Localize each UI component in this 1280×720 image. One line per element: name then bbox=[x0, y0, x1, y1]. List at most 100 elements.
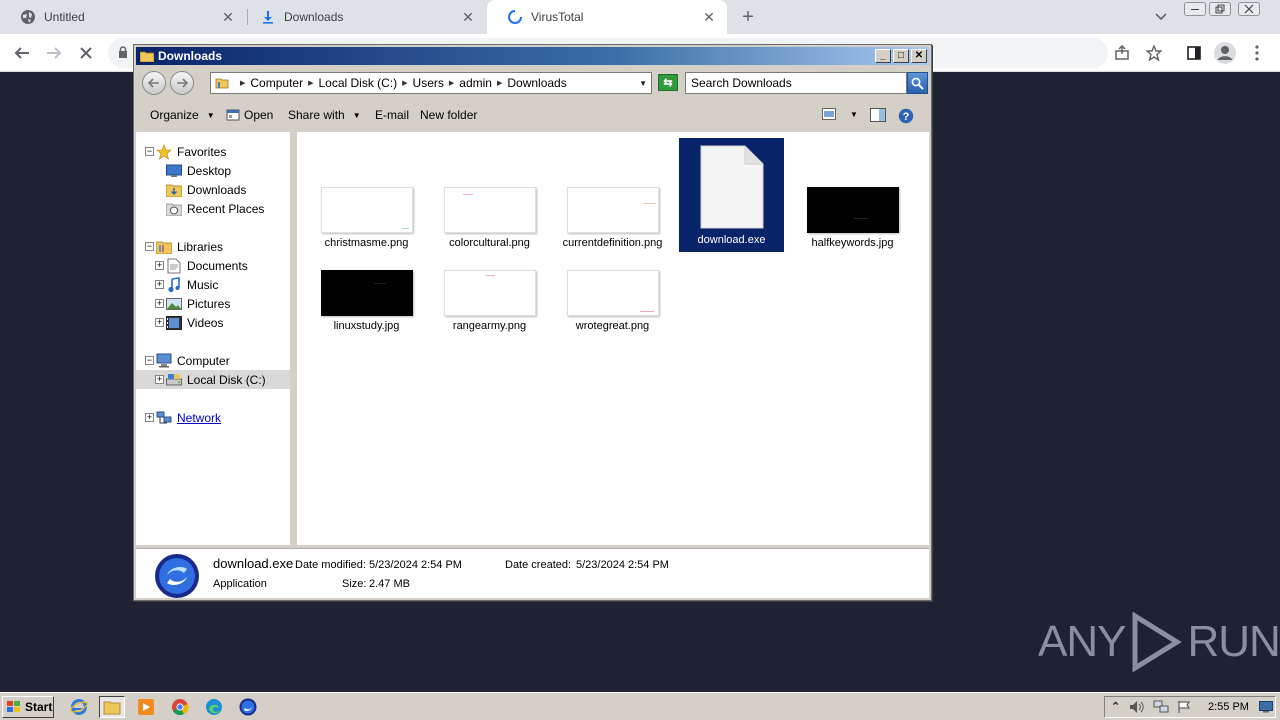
new-folder-label: New folder bbox=[420, 108, 478, 122]
minimize-icon[interactable] bbox=[1184, 2, 1206, 16]
collapse-icon[interactable]: − bbox=[145, 242, 154, 251]
new-tab-button[interactable]: + bbox=[736, 5, 760, 29]
notification-icon[interactable] bbox=[1259, 701, 1273, 716]
star-bookmark-icon[interactable] bbox=[1142, 41, 1166, 65]
app-running-icon[interactable] bbox=[235, 696, 261, 718]
preview-pane-button[interactable] bbox=[870, 108, 886, 122]
file-item[interactable]: linuxstudy.jpg bbox=[314, 270, 419, 333]
nav-recent-places[interactable]: Recent Places bbox=[166, 199, 264, 218]
pictures-icon bbox=[166, 296, 182, 312]
collapse-icon[interactable]: − bbox=[145, 147, 154, 156]
help-button[interactable]: ? bbox=[898, 108, 914, 124]
nav-label: Network bbox=[177, 410, 222, 425]
nav-desktop[interactable]: Desktop bbox=[166, 161, 231, 180]
breadcrumb-admin[interactable]: admin bbox=[459, 76, 492, 90]
nav-favorites[interactable]: Favorites bbox=[156, 142, 226, 161]
flag-icon[interactable] bbox=[1177, 700, 1191, 717]
media-player-icon[interactable] bbox=[133, 696, 159, 718]
expand-icon[interactable]: + bbox=[155, 261, 164, 270]
windows-logo-icon bbox=[6, 700, 22, 714]
show-hidden-icons-icon[interactable]: ⌃ bbox=[1111, 700, 1120, 713]
breadcrumb-arrow-icon[interactable]: ▶ bbox=[308, 79, 313, 87]
file-name: wrotegreat.png bbox=[575, 320, 650, 332]
tab-untitled[interactable]: Untitled ✕ bbox=[0, 0, 246, 34]
expand-icon[interactable]: + bbox=[155, 318, 164, 327]
back-button[interactable] bbox=[142, 71, 166, 95]
nav-computer[interactable]: Computer bbox=[156, 351, 230, 370]
nav-pictures[interactable]: Pictures bbox=[166, 294, 230, 313]
search-icon[interactable] bbox=[907, 72, 928, 94]
clock[interactable]: 2:55 PM bbox=[1208, 701, 1249, 713]
breadcrumb-users[interactable]: Users bbox=[413, 76, 444, 90]
back-arrow-icon[interactable] bbox=[10, 41, 34, 65]
collapse-icon[interactable]: − bbox=[145, 356, 154, 365]
restore-icon[interactable] bbox=[1209, 2, 1231, 16]
new-folder-button[interactable]: New folder bbox=[420, 108, 477, 122]
volume-icon[interactable] bbox=[1129, 700, 1145, 717]
chevron-down-icon[interactable]: ▼ bbox=[639, 79, 647, 88]
file-explorer-taskbar-icon[interactable] bbox=[99, 696, 125, 718]
nav-libraries[interactable]: Libraries bbox=[156, 237, 223, 256]
file-item-selected[interactable]: download.exe bbox=[679, 138, 784, 252]
start-button[interactable]: Start bbox=[2, 696, 54, 718]
refresh-icon[interactable]: ⇆ bbox=[658, 74, 678, 91]
close-tab-icon[interactable]: ✕ bbox=[701, 9, 717, 25]
breadcrumb-local-disk[interactable]: Local Disk (C:) bbox=[318, 76, 397, 90]
forward-button[interactable] bbox=[170, 71, 194, 95]
detail-created-value: 5/23/2024 2:54 PM bbox=[576, 559, 669, 571]
nav-downloads[interactable]: Downloads bbox=[166, 180, 246, 199]
email-button[interactable]: E-mail bbox=[375, 108, 409, 122]
internet-explorer-icon[interactable] bbox=[66, 696, 92, 718]
close-tab-icon[interactable]: ✕ bbox=[220, 9, 236, 25]
nav-network[interactable]: Network bbox=[156, 408, 221, 427]
search-input[interactable]: Search Downloads bbox=[685, 72, 907, 94]
explorer-window: Downloads _ □ ✕ ▶ Computer ▶ Local Disk … bbox=[133, 44, 932, 601]
change-view-button[interactable]: ▼ bbox=[822, 108, 858, 120]
explorer-titlebar[interactable]: Downloads _ □ ✕ bbox=[136, 47, 929, 65]
open-button[interactable]: Open bbox=[226, 108, 273, 122]
organize-label: Organize bbox=[150, 108, 199, 122]
breadcrumb-downloads[interactable]: Downloads bbox=[507, 76, 566, 90]
nav-videos[interactable]: Videos bbox=[166, 313, 223, 332]
close-tab-icon[interactable]: ✕ bbox=[460, 9, 476, 25]
chevron-down-icon[interactable] bbox=[1152, 8, 1170, 26]
nav-documents[interactable]: Documents bbox=[166, 256, 248, 275]
tab-virustotal[interactable]: VirusTotal ✕ bbox=[487, 0, 727, 34]
file-item[interactable]: rangearmy.png bbox=[437, 270, 542, 333]
maximize-button[interactable]: □ bbox=[893, 49, 909, 63]
more-menu-icon[interactable] bbox=[1245, 41, 1269, 65]
file-item[interactable]: halfkeywords.jpg bbox=[800, 187, 905, 250]
stop-loading-icon[interactable] bbox=[74, 41, 98, 65]
expand-icon[interactable]: + bbox=[155, 299, 164, 308]
expand-icon[interactable]: + bbox=[155, 280, 164, 289]
navigation-pane: − Favorites Desktop Downloads Recent Pla… bbox=[136, 132, 293, 545]
profile-avatar-icon[interactable] bbox=[1213, 41, 1237, 65]
breadcrumb-arrow-icon[interactable]: ▶ bbox=[402, 79, 407, 87]
file-item[interactable]: currentdefinition.png bbox=[560, 187, 665, 250]
tab-downloads[interactable]: Downloads ✕ bbox=[240, 0, 486, 34]
close-icon[interactable] bbox=[1238, 2, 1260, 16]
network-status-icon[interactable] bbox=[1153, 700, 1169, 717]
nav-label: Recent Places bbox=[187, 201, 265, 216]
breadcrumb-arrow-icon[interactable]: ▶ bbox=[449, 79, 454, 87]
forward-arrow-icon[interactable] bbox=[42, 41, 66, 65]
breadcrumb-computer[interactable]: Computer bbox=[250, 76, 303, 90]
share-icon[interactable] bbox=[1110, 41, 1134, 65]
explorer-address-bar[interactable]: ▶ Computer ▶ Local Disk (C:) ▶ Users ▶ a… bbox=[210, 72, 652, 94]
side-panel-icon[interactable] bbox=[1182, 41, 1206, 65]
breadcrumb-arrow-icon[interactable]: ▶ bbox=[240, 79, 245, 87]
file-item[interactable]: colorcultural.png bbox=[437, 187, 542, 250]
organize-button[interactable]: Organize ▼ bbox=[150, 108, 215, 122]
file-list: christmasme.png colorcultural.png curren… bbox=[297, 132, 929, 545]
minimize-button[interactable]: _ bbox=[875, 49, 891, 63]
file-item[interactable]: wrotegreat.png bbox=[560, 270, 665, 333]
close-button[interactable]: ✕ bbox=[911, 49, 927, 63]
share-with-button[interactable]: Share with ▼ bbox=[288, 108, 361, 122]
file-item[interactable]: christmasme.png bbox=[314, 187, 419, 250]
expand-icon[interactable]: + bbox=[145, 413, 154, 422]
nav-music[interactable]: Music bbox=[166, 275, 218, 294]
edge-icon[interactable] bbox=[201, 696, 227, 718]
expand-icon[interactable]: + bbox=[155, 375, 164, 384]
chrome-icon[interactable] bbox=[167, 696, 193, 718]
breadcrumb-arrow-icon[interactable]: ▶ bbox=[497, 79, 502, 87]
